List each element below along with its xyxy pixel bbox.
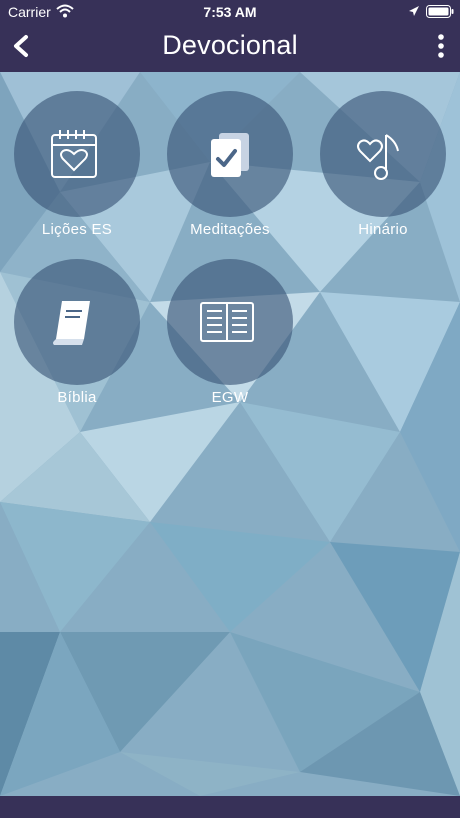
calendar-heart-icon bbox=[51, 130, 97, 178]
tile-label: Bíblia bbox=[57, 389, 97, 406]
location-arrow-icon bbox=[409, 6, 419, 16]
heart-music-note-icon bbox=[357, 134, 399, 180]
page-title: Devocional bbox=[162, 30, 298, 60]
tile-meditacoes[interactable]: Meditações bbox=[160, 91, 300, 251]
tile-label: Hinário bbox=[358, 221, 408, 238]
tile-label: EGW bbox=[211, 389, 249, 406]
tile-egw[interactable]: EGW bbox=[160, 259, 300, 419]
bottom-bar bbox=[0, 796, 460, 818]
app-header: Carrier 7:53 AM Devocional bbox=[0, 0, 460, 72]
status-bar: Carrier 7:53 AM bbox=[0, 0, 460, 24]
tile-biblia[interactable]: Bíblia bbox=[7, 259, 147, 419]
tile-hinario[interactable]: Hinário bbox=[313, 91, 453, 251]
open-book-icon bbox=[200, 302, 254, 342]
tile-label: Lições ES bbox=[41, 221, 113, 238]
battery-icon bbox=[426, 5, 454, 18]
tile-label: Meditações bbox=[190, 221, 270, 238]
more-options-button[interactable] bbox=[436, 33, 446, 59]
book-icon bbox=[53, 301, 90, 345]
tile-licoes-es[interactable]: Lições ES bbox=[7, 91, 147, 251]
notes-check-icon bbox=[211, 133, 249, 177]
status-time: 7:53 AM bbox=[203, 4, 257, 20]
